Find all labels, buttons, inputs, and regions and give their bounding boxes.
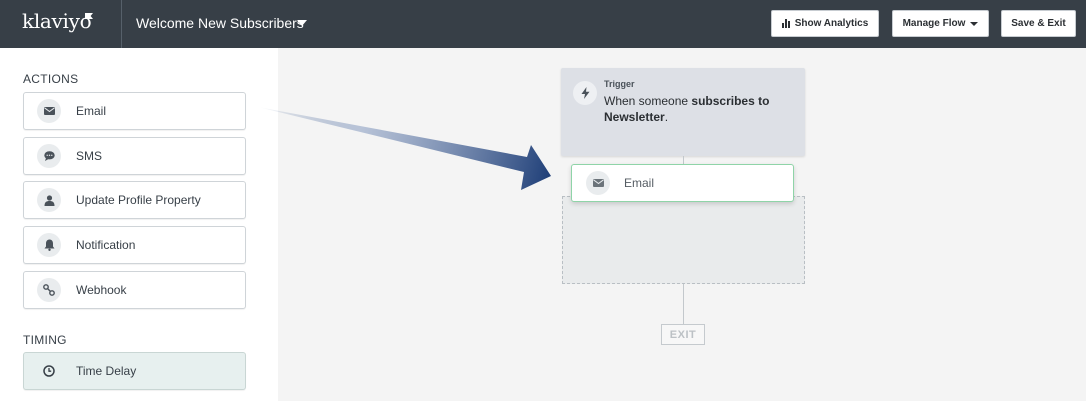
action-email[interactable]: Email bbox=[23, 92, 246, 130]
bar-chart-icon bbox=[781, 19, 790, 28]
logo-flag-icon bbox=[85, 13, 93, 19]
exit-node: EXIT bbox=[661, 324, 705, 345]
action-label: Email bbox=[76, 104, 107, 118]
action-update-profile-property[interactable]: Update Profile Property bbox=[23, 181, 246, 219]
top-bar: klaviyo Welcome New Subscribers Show Ana… bbox=[0, 0, 1086, 48]
clock-icon bbox=[37, 359, 61, 383]
person-icon bbox=[37, 188, 61, 212]
save-exit-button[interactable]: Save & Exit bbox=[1001, 10, 1076, 37]
manage-flow-label: Manage Flow bbox=[902, 18, 966, 29]
trigger-description: When someone subscribes to Newsletter. bbox=[604, 93, 794, 125]
header-divider bbox=[121, 0, 122, 48]
webhook-icon bbox=[37, 278, 61, 302]
flow-title[interactable]: Welcome New Subscribers bbox=[136, 15, 304, 31]
action-webhook[interactable]: Webhook bbox=[23, 271, 246, 309]
action-label: Time Delay bbox=[76, 364, 137, 378]
klaviyo-logo[interactable]: klaviyo bbox=[22, 9, 92, 33]
envelope-icon bbox=[586, 171, 610, 195]
action-label: Notification bbox=[76, 238, 136, 252]
action-label: Update Profile Property bbox=[76, 193, 201, 207]
show-analytics-button[interactable]: Show Analytics bbox=[771, 10, 879, 37]
actions-section-title: ACTIONS bbox=[23, 72, 79, 86]
action-sms[interactable]: SMS bbox=[23, 137, 246, 175]
envelope-icon bbox=[37, 99, 61, 123]
trigger-card[interactable]: Trigger When someone subscribes to Newsl… bbox=[561, 68, 805, 156]
trigger-text-suffix: . bbox=[664, 110, 669, 124]
show-analytics-label: Show Analytics bbox=[794, 18, 869, 29]
action-time-delay[interactable]: Time Delay bbox=[23, 352, 246, 390]
email-node-label: Email bbox=[624, 176, 655, 190]
save-exit-label: Save & Exit bbox=[1011, 18, 1066, 29]
caret-down-icon bbox=[970, 21, 979, 26]
bell-icon bbox=[37, 233, 61, 257]
trigger-text-prefix: When someone bbox=[604, 94, 692, 108]
drop-zone[interactable] bbox=[562, 196, 805, 284]
chat-bubble-icon bbox=[37, 144, 61, 168]
action-label: Webhook bbox=[76, 283, 127, 297]
dragged-email-node[interactable]: Email bbox=[571, 164, 794, 202]
timing-section-title: TIMING bbox=[23, 333, 67, 347]
caret-down-icon[interactable] bbox=[297, 20, 307, 26]
manage-flow-button[interactable]: Manage Flow bbox=[892, 10, 989, 37]
action-notification[interactable]: Notification bbox=[23, 226, 246, 264]
lightning-icon bbox=[573, 81, 597, 105]
trigger-label: Trigger bbox=[604, 79, 635, 89]
flow-connector bbox=[683, 284, 684, 324]
action-label: SMS bbox=[76, 149, 103, 163]
